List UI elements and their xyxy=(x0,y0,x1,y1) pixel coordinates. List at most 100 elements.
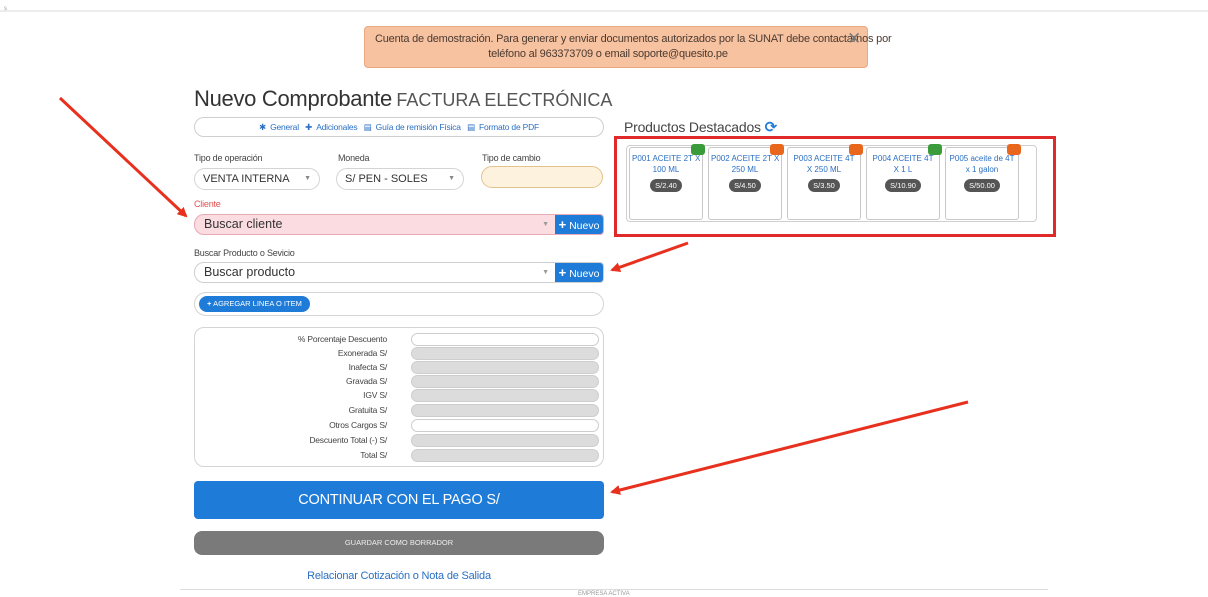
gravada-field xyxy=(411,375,599,388)
demo-alert: Cuenta de demostración. Para generar y e… xyxy=(364,26,892,68)
tipo-operacion-label: Tipo de operación xyxy=(194,153,263,163)
document-icon: ▤ xyxy=(467,122,475,132)
descuento-porcentaje-input[interactable] xyxy=(411,333,599,346)
total-row: Descuento Total (-) S/ xyxy=(195,434,603,447)
total-row: % Porcentaje Descuento xyxy=(195,333,603,346)
producto-label: Buscar Producto o Sevicio xyxy=(194,248,295,258)
inafecta-field xyxy=(411,361,599,374)
bottom-divider xyxy=(180,589,1048,590)
plus-icon: + xyxy=(558,217,567,232)
tab-general-label: General xyxy=(270,122,299,132)
arrow-to-cliente xyxy=(58,96,188,218)
product-name-line1: P004 ACEITE 4T xyxy=(872,154,934,163)
product-card-p002[interactable]: P002 ACEITE 2T X 250 ML S/4.50 xyxy=(708,144,784,220)
alert-line-2: teléfono al 963373709 o email soporte@qu… xyxy=(488,48,728,60)
total-row: IGV S/ xyxy=(195,389,603,402)
total-label: % Porcentaje Descuento xyxy=(297,334,387,344)
cliente-search[interactable]: Buscar cliente ▼ + Nuevo xyxy=(194,214,604,235)
moneda-select[interactable]: S/ PEN - SOLES ▼ xyxy=(336,168,464,190)
new-product-button[interactable]: + Nuevo xyxy=(555,263,603,282)
arrow-to-nuevo-producto xyxy=(610,241,689,273)
tipo-cambio-input[interactable] xyxy=(481,166,603,188)
new-product-label: Nuevo xyxy=(569,268,600,280)
total-row: Gratuita S/ xyxy=(195,404,603,417)
product-card-p005[interactable]: P005 aceite de 4T x 1 galon S/50.00 xyxy=(945,144,1021,220)
moneda-value: S/ PEN - SOLES xyxy=(345,173,428,185)
total-label: Gravada S/ xyxy=(346,376,387,386)
add-line-label: AGREGAR LINEA O ITEM xyxy=(213,299,302,308)
stock-badge xyxy=(770,144,784,155)
plus-icon: + xyxy=(558,265,567,280)
cliente-label: Cliente xyxy=(194,199,221,209)
total-row: Total S/ xyxy=(195,449,603,462)
stock-badge xyxy=(849,144,863,155)
exonerada-field xyxy=(411,347,599,360)
tab-guia-remision[interactable]: ▤ Guía de remisión Física xyxy=(363,122,462,132)
tipo-operacion-select[interactable]: VENTA INTERNA ▼ xyxy=(194,168,320,190)
igv-field xyxy=(411,389,599,402)
producto-placeholder: Buscar producto xyxy=(204,265,296,279)
producto-search[interactable]: Buscar producto ▼ + Nuevo xyxy=(194,262,604,283)
featured-title: Productos Destacados ⟳ xyxy=(624,118,777,136)
product-price: S/50.00 xyxy=(964,179,1000,192)
tab-formato-pdf[interactable]: ▤ Formato de PDF xyxy=(466,122,540,132)
asterisk-icon: ✱ xyxy=(258,122,266,132)
product-name-line2: 100 ML xyxy=(652,165,680,174)
plus-circle-icon: ✚ xyxy=(305,122,313,132)
relacionar-link[interactable]: Relacionar Cotización o Nota de Salida xyxy=(194,570,604,582)
chevron-down-icon: ▼ xyxy=(304,175,311,182)
total-field xyxy=(411,449,599,462)
total-label: Descuento Total (-) S/ xyxy=(309,435,387,445)
product-name-line2: x 1 galon xyxy=(965,165,999,174)
cliente-placeholder: Buscar cliente xyxy=(204,217,283,231)
stock-badge xyxy=(1007,144,1021,155)
chevron-down-icon: ▼ xyxy=(448,175,455,182)
product-name-line1: P005 aceite de 4T xyxy=(949,154,1015,163)
close-icon[interactable]: ✕ xyxy=(847,30,861,47)
total-label: IGV S/ xyxy=(363,390,387,400)
tab-formato-label: Formato de PDF xyxy=(479,122,540,132)
product-price: S/3.50 xyxy=(808,179,840,192)
total-row: Inafecta S/ xyxy=(195,361,603,374)
total-row: Exonerada S/ xyxy=(195,347,603,360)
alert-line-1: Cuenta de demostración. Para generar y e… xyxy=(375,33,892,45)
chevron-down-icon: ▼ xyxy=(542,221,549,228)
product-name-line2: X 1 L xyxy=(893,165,913,174)
tab-general[interactable]: ✱ General xyxy=(258,122,300,132)
document-icon: ▤ xyxy=(363,122,372,132)
tab-adicionales-label: Adicionales xyxy=(316,122,358,132)
product-name-line1: P003 ACEITE 4T xyxy=(793,154,855,163)
totals-panel: % Porcentaje Descuento Exonerada S/ Inaf… xyxy=(194,327,604,467)
footer-text: EMPRESA ACTIVA xyxy=(578,591,630,597)
total-label: Otros Cargos S/ xyxy=(329,420,387,430)
product-card-p004[interactable]: P004 ACEITE 4T X 1 L S/10.90 xyxy=(866,144,942,220)
continue-payment-button[interactable]: CONTINUAR CON EL PAGO S/ xyxy=(194,481,604,519)
save-draft-button[interactable]: GUARDAR COMO BORRADOR xyxy=(194,531,604,555)
product-name-line1: P001 ACEITE 2T X xyxy=(632,154,701,163)
tab-adicionales[interactable]: ✚ Adicionales xyxy=(304,122,358,132)
stock-badge xyxy=(691,144,705,155)
total-label: Exonerada S/ xyxy=(337,348,387,358)
stock-badge xyxy=(928,144,942,155)
otros-cargos-input[interactable] xyxy=(411,419,599,432)
page-title-main: Nuevo Comprobante xyxy=(194,86,392,111)
product-price: S/4.50 xyxy=(729,179,761,192)
product-price: S/10.90 xyxy=(885,179,921,192)
total-label: Total S/ xyxy=(360,450,387,460)
refresh-icon[interactable]: ⟳ xyxy=(765,119,778,136)
product-card-p001[interactable]: P001 ACEITE 2T X 100 ML S/2.40 xyxy=(629,144,705,220)
tab-guia-label: Guía de remisión Física xyxy=(375,122,461,132)
new-client-button[interactable]: + Nuevo xyxy=(555,215,603,234)
page-title-doc-type: FACTURA ELECTRÓNICA xyxy=(396,90,613,110)
product-name-line1: P002 ACEITE 2T X xyxy=(711,154,780,163)
section-tabs: ✱ General ✚ Adicionales ▤ Guía de remisi… xyxy=(194,117,604,137)
featured-title-text: Productos Destacados xyxy=(624,119,761,135)
chevron-down-icon: ▼ xyxy=(542,269,549,276)
tipo-operacion-value: VENTA INTERNA xyxy=(203,173,290,185)
moneda-label: Moneda xyxy=(338,153,370,163)
total-row: Otros Cargos S/ xyxy=(195,419,603,432)
add-line-button[interactable]: + AGREGAR LINEA O ITEM xyxy=(199,296,310,312)
product-card-p003[interactable]: P003 ACEITE 4T X 250 ML S/3.50 xyxy=(787,144,863,220)
product-price: S/2.40 xyxy=(650,179,682,192)
items-area: + AGREGAR LINEA O ITEM xyxy=(194,292,604,316)
